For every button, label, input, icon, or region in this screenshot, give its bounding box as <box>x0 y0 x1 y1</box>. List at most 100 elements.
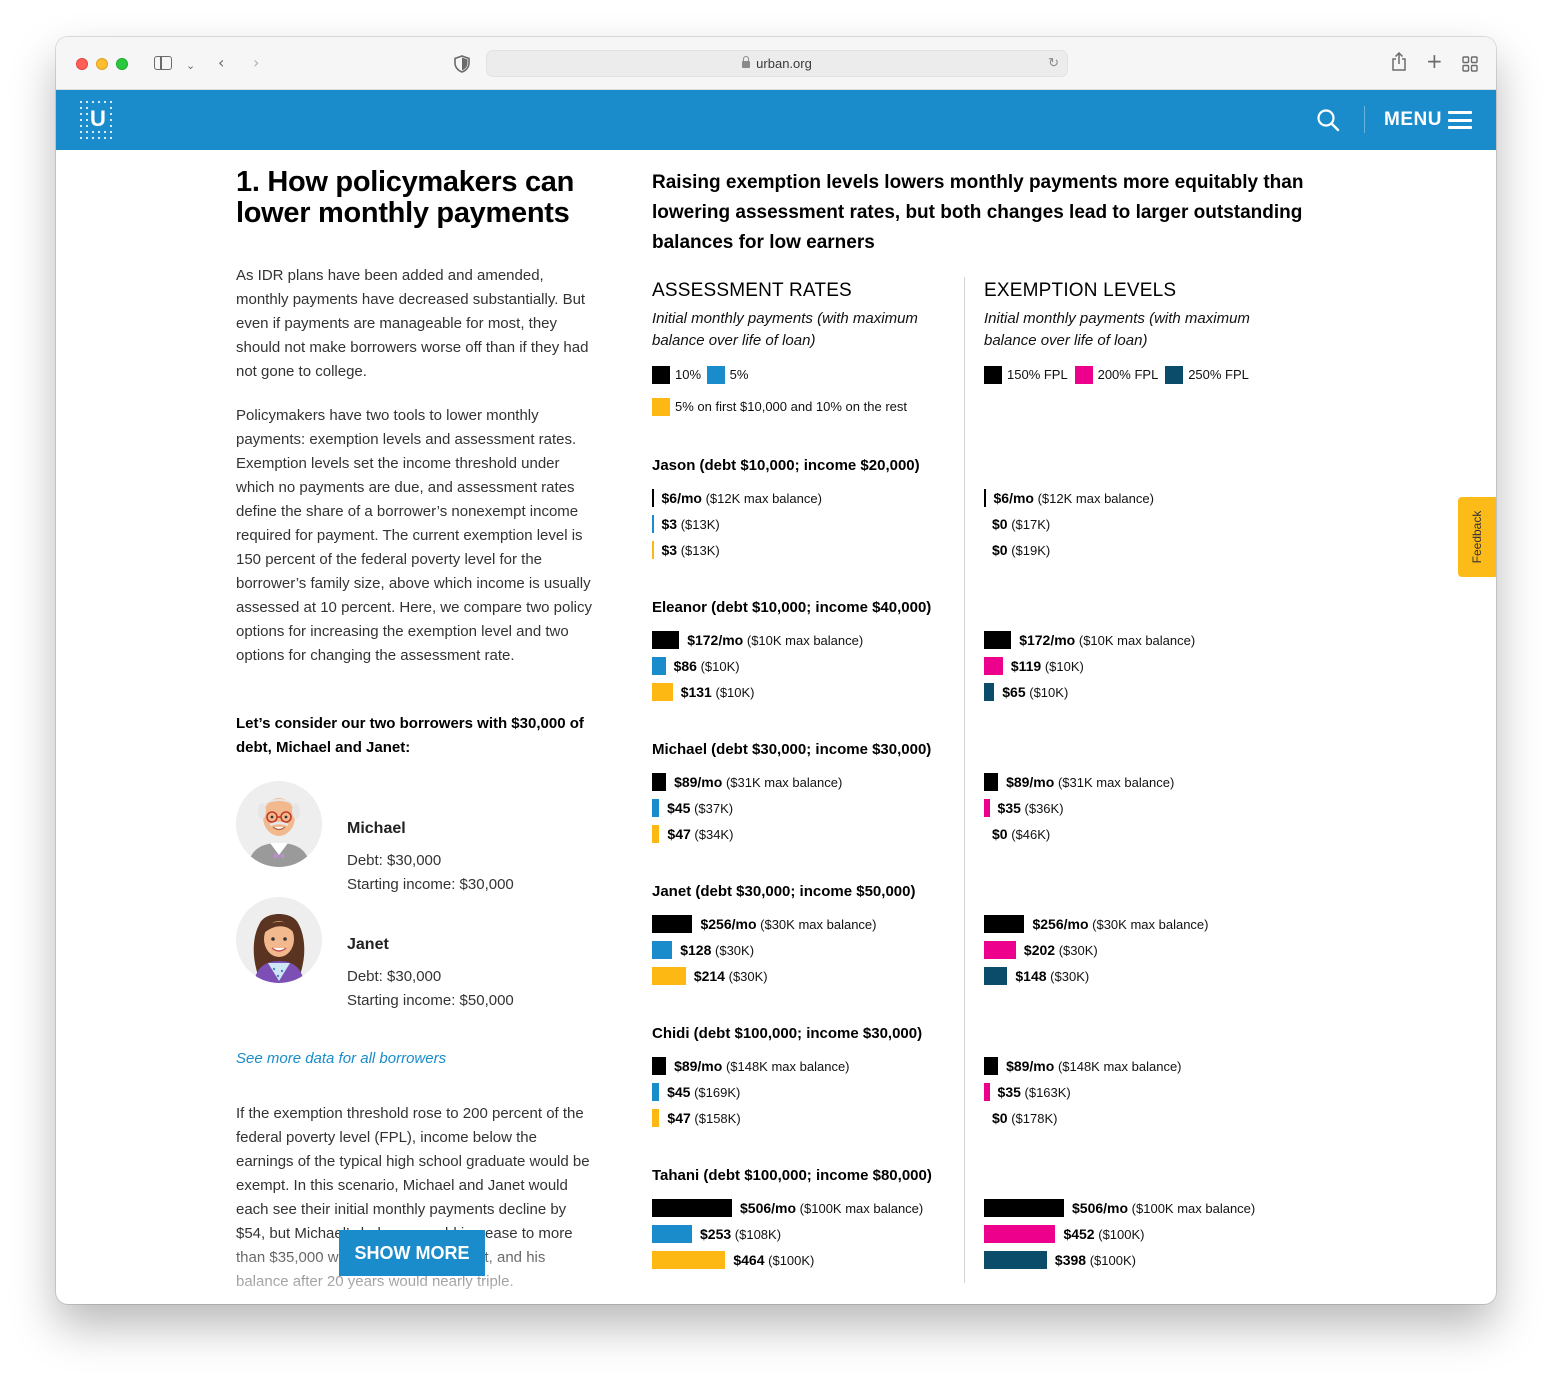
bar-row: $0 ($19K) <box>984 541 1050 559</box>
forward-arrow-icon[interactable]: › <box>253 53 259 73</box>
bar-balance-note: ($10K max balance) <box>746 633 864 648</box>
bar-value-label: $256/mo <box>1032 916 1089 932</box>
lock-icon <box>742 56 751 68</box>
bar-row: $128 ($30K) <box>652 941 754 959</box>
bar-row: $506/mo ($100K max balance) <box>984 1199 1255 1217</box>
borrower-label: Janet (debt $30,000; income $50,000) <box>652 883 916 900</box>
bar-value-label: $3 <box>661 516 678 532</box>
bar-row: $202 ($30K) <box>984 941 1098 959</box>
see-more-data-link[interactable]: See more data for all borrowers <box>236 1050 446 1067</box>
legend-label: 10% <box>675 367 702 382</box>
bar-value-label: $45 <box>667 1084 691 1100</box>
bar-row: $45 ($37K) <box>652 799 733 817</box>
bar-value-label: $0 <box>992 516 1008 532</box>
bar-row: $86 ($10K) <box>652 657 740 675</box>
bar-balance-note: ($46K) <box>1011 827 1051 842</box>
bar <box>652 799 660 817</box>
back-arrow-icon[interactable]: ‹ <box>218 53 224 73</box>
bar-value-label: $89/mo <box>1006 774 1055 790</box>
urban-institute-logo[interactable]: U <box>78 99 114 139</box>
bar-row: $35 ($36K) <box>984 799 1064 817</box>
menu-button[interactable]: MENU <box>1384 109 1442 131</box>
bar <box>652 1225 692 1243</box>
borrower-label: Chidi (debt $100,000; income $30,000) <box>652 1025 923 1042</box>
panel-divider <box>964 277 965 1283</box>
bar-row: $172/mo ($10K max balance) <box>984 631 1195 649</box>
panel-title: EXEMPTION LEVELS <box>984 280 1177 301</box>
michael-name: Michael <box>347 820 406 837</box>
bar-row: $0 ($178K) <box>984 1109 1057 1127</box>
bar <box>984 1057 999 1075</box>
bar-row: $256/mo ($30K max balance) <box>984 915 1208 933</box>
bar <box>984 1225 1056 1243</box>
bar-value-label: $253 <box>700 1226 732 1242</box>
bar-row: $253 ($108K) <box>652 1225 781 1243</box>
bar <box>984 915 1025 933</box>
bar-balance-note: ($10K) <box>715 685 755 700</box>
chevron-down-icon[interactable]: ⌄ <box>186 56 195 76</box>
bar-balance-note: ($30K) <box>1058 943 1098 958</box>
bar-row: $256/mo ($30K max balance) <box>652 915 876 933</box>
bar <box>652 631 680 649</box>
hamburger-icon[interactable] <box>1448 111 1472 129</box>
bar-value-label: $464 <box>733 1252 765 1268</box>
bar-row: $452 ($100K) <box>984 1225 1144 1243</box>
address-bar[interactable]: urban.org ↻ <box>486 50 1068 77</box>
janet-name: Janet <box>347 936 389 953</box>
share-icon[interactable] <box>1391 52 1407 72</box>
legend-swatch <box>1165 366 1184 384</box>
legend-label: 200% FPL <box>1097 367 1159 382</box>
bar-row: $464 ($100K) <box>652 1251 814 1269</box>
tab-overview-icon[interactable] <box>1462 56 1478 72</box>
close-window-button[interactable] <box>76 58 88 70</box>
url-text: urban.org <box>756 56 812 71</box>
bar-balance-note: ($31K max balance) <box>1057 775 1175 790</box>
feedback-label: Feedback <box>1470 510 1484 564</box>
bar-balance-note: ($100K max balance) <box>1131 1201 1256 1216</box>
bar <box>652 773 667 791</box>
bar <box>984 1199 1064 1217</box>
bar <box>984 683 995 701</box>
bar-value-label: $128 <box>680 942 712 958</box>
reload-icon[interactable]: ↻ <box>1048 55 1059 71</box>
bar <box>652 1251 726 1269</box>
bar <box>984 799 990 817</box>
sidebar-toggle-icon[interactable] <box>154 56 172 70</box>
bar <box>652 489 654 507</box>
legend-item: 150% FPL <box>984 366 1068 384</box>
bar-balance-note: ($100K max balance) <box>799 1201 924 1216</box>
bar-balance-note: ($31K max balance) <box>725 775 843 790</box>
bar-row: $119 ($10K) <box>984 657 1084 675</box>
legend-swatch <box>984 366 1002 384</box>
bar-balance-note: ($100K) <box>1098 1227 1145 1242</box>
michael-income: Starting income: $30,000 <box>347 876 514 893</box>
janet-debt: Debt: $30,000 <box>347 968 442 985</box>
bar-balance-note: ($19K) <box>1011 543 1051 558</box>
bar-balance-note: ($13K) <box>680 543 720 558</box>
bar-value-label: $45 <box>667 800 691 816</box>
bar <box>652 541 654 559</box>
show-more-button[interactable]: SHOW MORE <box>339 1230 485 1276</box>
search-icon[interactable] <box>1316 108 1340 132</box>
new-tab-icon[interactable]: + <box>1426 51 1443 71</box>
janet-income: Starting income: $50,000 <box>347 992 514 1009</box>
bar-row: $89/mo ($31K max balance) <box>984 773 1174 791</box>
bar-value-label: $35 <box>997 800 1021 816</box>
bar-balance-note: ($10K) <box>1044 659 1084 674</box>
bar-row: $47 ($158K) <box>652 1109 741 1127</box>
minimize-window-button[interactable] <box>96 58 108 70</box>
bar-row: $3 ($13K) <box>652 515 720 533</box>
bar-value-label: $47 <box>667 1110 691 1126</box>
legend-item: 5% on first $10,000 and 10% on the rest <box>652 398 907 416</box>
bar-row: $45 ($169K) <box>652 1083 740 1101</box>
zoom-window-button[interactable] <box>116 58 128 70</box>
privacy-shield-icon[interactable] <box>454 55 470 73</box>
bar-balance-note: ($30K) <box>715 943 755 958</box>
bar-row: $47 ($34K) <box>652 825 733 843</box>
bar <box>652 1199 732 1217</box>
feedback-tab[interactable]: Feedback <box>1458 497 1496 577</box>
bar <box>652 825 660 843</box>
bar-value-label: $172/mo <box>1019 632 1076 648</box>
bar-balance-note: ($148K max balance) <box>1057 1059 1182 1074</box>
bar-balance-note: ($30K) <box>728 969 768 984</box>
